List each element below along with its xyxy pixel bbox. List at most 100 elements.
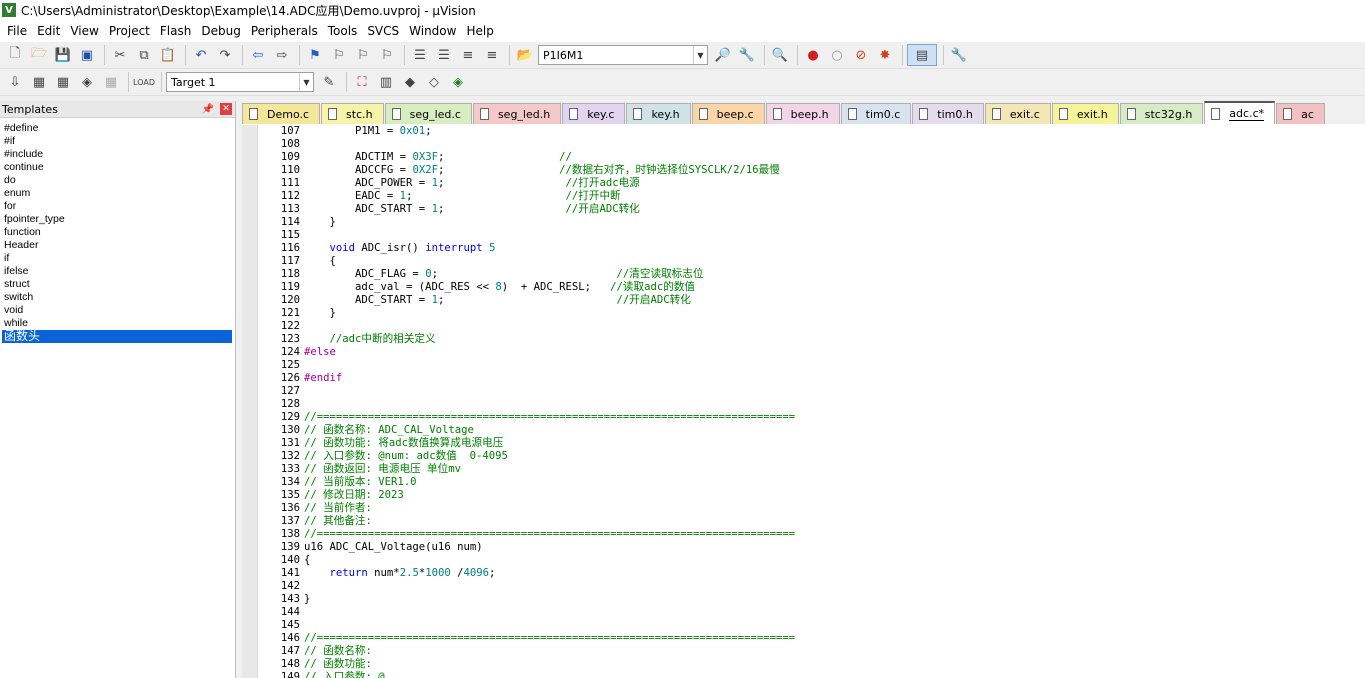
prev-bookmark-icon[interactable]: ⚐ <box>328 44 350 66</box>
template-item[interactable]: for <box>0 200 235 213</box>
code-line[interactable]: 107 P1M1 = 0x01; <box>242 125 1365 138</box>
template-item[interactable]: continue <box>0 161 235 174</box>
cut-icon[interactable]: ✂ <box>109 44 131 66</box>
template-item[interactable]: enum <box>0 187 235 200</box>
template-item[interactable]: Header <box>0 239 235 252</box>
code-line[interactable]: 113 ADC_START = 1; //开启ADC转化 <box>242 203 1365 216</box>
open-folder-icon[interactable]: 🗁 <box>28 44 50 66</box>
file-tab[interactable]: exit.c <box>984 103 1051 124</box>
file-tab[interactable]: beep.h <box>765 103 840 124</box>
code-line[interactable]: 127 <box>242 385 1365 398</box>
code-line[interactable]: 129 //===================================… <box>242 411 1365 424</box>
code-line[interactable]: 114 } <box>242 216 1365 229</box>
undo-icon[interactable]: ↶ <box>190 44 212 66</box>
insert-breakpoint-icon[interactable]: ● <box>802 44 824 66</box>
bookmark-icon[interactable]: ⚑ <box>304 44 326 66</box>
target-select[interactable]: Target 1 ▼ <box>166 72 314 92</box>
template-item[interactable]: void <box>0 304 235 317</box>
code-line[interactable]: 121 } <box>242 307 1365 320</box>
template-item[interactable]: ifelse <box>0 265 235 278</box>
file-tab[interactable]: key.h <box>626 103 691 124</box>
menu-project[interactable]: Project <box>104 21 155 41</box>
file-tab[interactable]: adc.c* <box>1204 101 1276 124</box>
translate-icon[interactable]: ⇩ <box>4 71 26 93</box>
manage-rte-icon[interactable]: ◇ <box>423 71 445 93</box>
template-item[interactable]: struct <box>0 278 235 291</box>
template-item[interactable]: fpointer_type <box>0 213 235 226</box>
file-tab[interactable]: Demo.c <box>242 103 321 124</box>
select-packs-icon[interactable]: ◆ <box>399 71 421 93</box>
code-line[interactable]: 149 // 入口参数: @ <box>242 671 1365 678</box>
download-icon[interactable]: LOAD <box>133 71 155 93</box>
configure-icon[interactable]: 🔧 <box>948 44 970 66</box>
incremental-find-icon[interactable]: 🔧 <box>736 44 758 66</box>
file-tab[interactable]: ac <box>1276 103 1325 124</box>
code-line[interactable]: 118 ADC_FLAG = 0; //清空读取标志位 <box>242 268 1365 281</box>
code-line[interactable]: 135 // 修改日期: 2023 <box>242 489 1365 502</box>
file-tab[interactable]: tim0.h <box>912 103 984 124</box>
menu-debug[interactable]: Debug <box>196 21 245 41</box>
menu-svcs[interactable]: SVCS <box>362 21 404 41</box>
template-item[interactable]: #if <box>0 135 235 148</box>
chevron-down-icon[interactable]: ▼ <box>299 73 313 91</box>
find-combo[interactable]: P1I6M1 ▼ <box>538 45 708 65</box>
code-line[interactable]: 138 //===================================… <box>242 528 1365 541</box>
code-line[interactable]: 122 <box>242 320 1365 333</box>
template-item[interactable]: function <box>0 226 235 239</box>
menu-tools[interactable]: Tools <box>323 21 363 41</box>
menu-flash[interactable]: Flash <box>155 21 196 41</box>
file-extensions-icon[interactable]: ▥ <box>375 71 397 93</box>
code-line[interactable]: 131 // 函数功能: 将adc数值换算成电源电压 <box>242 437 1365 450</box>
copy-icon[interactable]: ⧉ <box>133 44 155 66</box>
menu-file[interactable]: File <box>2 21 32 41</box>
code-line[interactable]: 130 // 函数名称: ADC_CAL_Voltage <box>242 424 1365 437</box>
file-tab[interactable]: seg_led.h <box>472 103 562 124</box>
code-line[interactable]: 123 //adc中断的相关定义 <box>242 333 1365 346</box>
code-line[interactable]: 142 <box>242 580 1365 593</box>
template-item[interactable]: if <box>0 252 235 265</box>
file-tab[interactable]: seg_led.c <box>384 103 472 124</box>
menu-window[interactable]: Window <box>404 21 461 41</box>
code-line[interactable]: 139 u16 ADC_CAL_Voltage(u16 num) <box>242 541 1365 554</box>
code-line[interactable]: 116 void ADC_isr() interrupt 5 <box>242 242 1365 255</box>
unindent-icon[interactable]: ☰ <box>433 44 455 66</box>
code-line[interactable]: 125 <box>242 359 1365 372</box>
save-icon[interactable]: 💾 <box>52 44 74 66</box>
pack-installer-icon[interactable]: ◈ <box>447 71 469 93</box>
code-line[interactable]: 143} <box>242 593 1365 606</box>
code-line[interactable]: 117 { <box>242 255 1365 268</box>
code-line[interactable]: 148 // 函数功能: <box>242 658 1365 671</box>
new-file-icon[interactable]: 🗋 <box>4 44 26 66</box>
navigate-back-icon[interactable]: ⇦ <box>247 44 269 66</box>
file-tab[interactable]: stc32g.h <box>1119 103 1204 124</box>
redo-icon[interactable]: ↷ <box>214 44 236 66</box>
pin-icon[interactable]: 📌 <box>202 104 214 115</box>
menu-peripherals[interactable]: Peripherals <box>246 21 323 41</box>
code-line[interactable]: 108 <box>242 138 1365 151</box>
file-tab[interactable]: tim0.c <box>840 103 912 124</box>
save-all-icon[interactable]: ▣ <box>76 44 98 66</box>
file-tab[interactable]: beep.c <box>691 103 765 124</box>
code-line[interactable]: 124 #else <box>242 346 1365 359</box>
clear-bookmarks-icon[interactable]: ⚐ <box>376 44 398 66</box>
disable-breakpoints-icon[interactable]: ⊘ <box>850 44 872 66</box>
indent-icon[interactable]: ☰ <box>409 44 431 66</box>
code-line[interactable]: 134 // 当前版本: VER1.0 <box>242 476 1365 489</box>
manage-project-items-icon[interactable]: ⛶ <box>351 71 373 93</box>
code-line[interactable]: 137 // 其他备注: <box>242 515 1365 528</box>
build-icon[interactable]: ▦ <box>28 71 50 93</box>
batch-build-icon[interactable]: ◈ <box>76 71 98 93</box>
code-line[interactable]: 145 <box>242 619 1365 632</box>
code-line[interactable]: 109 ADCTIM = 0X3F; // <box>242 151 1365 164</box>
chevron-down-icon[interactable]: ▼ <box>693 46 707 64</box>
template-item[interactable]: do <box>0 174 235 187</box>
navigate-forward-icon[interactable]: ⇨ <box>271 44 293 66</box>
rebuild-icon[interactable]: ▦ <box>52 71 74 93</box>
find-in-files-icon[interactable]: 📂 <box>514 44 536 66</box>
uncomment-icon[interactable]: ≡ <box>481 44 503 66</box>
paste-icon[interactable]: 📋 <box>157 44 179 66</box>
template-item[interactable]: switch <box>0 291 235 304</box>
enable-breakpoint-icon[interactable]: ○ <box>826 44 848 66</box>
code-line[interactable]: 110 ADCCFG = 0X2F; //数据右对齐，时钟选择位SYSCLK/2… <box>242 164 1365 177</box>
file-tab[interactable]: stc.h <box>321 103 384 124</box>
